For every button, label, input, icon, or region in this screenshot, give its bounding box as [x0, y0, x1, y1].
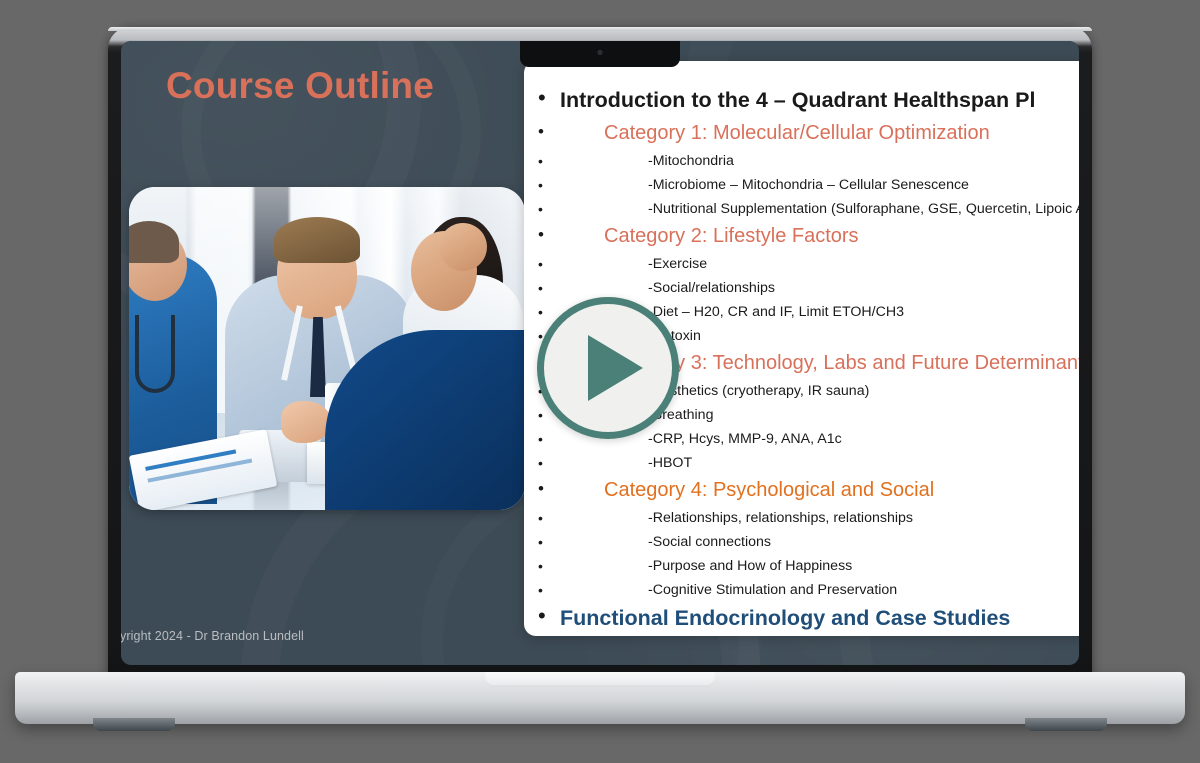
- outline-item-level-1: • Functional Endocrinology and Case Studi…: [538, 603, 1079, 633]
- bullet-icon: •: [538, 225, 544, 244]
- bullet-icon: •: [538, 153, 543, 169]
- bullet-icon: •: [538, 256, 543, 272]
- bullet-icon: •: [538, 431, 543, 447]
- outline-item-level-3: • -Cognitive Stimulation and Preservation: [538, 579, 1079, 602]
- outline-item-label: -Nutritional Supplementation (Sulforapha…: [648, 201, 1079, 217]
- photo-person-center-hair: [274, 217, 360, 263]
- bullet-icon: •: [538, 177, 543, 193]
- bullet-icon: •: [538, 280, 543, 296]
- outline-item-level-3: • -HBOT: [538, 452, 1079, 475]
- bullet-icon: •: [538, 85, 546, 110]
- bullet-icon: •: [538, 510, 543, 526]
- presenter-photo: [129, 187, 525, 510]
- bullet-icon: •: [538, 407, 543, 423]
- outline-item-label: -Cognitive Stimulation and Preservation: [648, 582, 898, 598]
- laptop-screen-bezel: Course Outline pyright 2024 - Dr Brandon…: [121, 41, 1079, 665]
- outline-item-label: -Detoxin: [648, 328, 701, 344]
- outline-item-label: Category 2: Lifestyle Factors: [604, 225, 859, 247]
- laptop-frame: Course Outline pyright 2024 - Dr Brandon…: [108, 27, 1092, 677]
- bullet-icon: •: [538, 603, 546, 628]
- outline-item-label: -Microbiome – Mitochondria – Cellular Se…: [648, 177, 969, 193]
- outline-item-level-2: • Category 4: Psychological and Social: [538, 476, 1079, 505]
- outline-item-level-3: • -Social/relationships: [538, 277, 1079, 300]
- bullet-icon: •: [538, 582, 543, 598]
- play-button[interactable]: [537, 297, 679, 439]
- photo-image: [129, 187, 525, 510]
- outline-item-level-3: • -Purpose and How of Happiness: [538, 555, 1079, 578]
- outline-item-label: -CRP, Hcys, MMP-9, ANA, A1c: [648, 431, 842, 447]
- slide-title: Course Outline: [166, 65, 434, 106]
- laptop-notch: [520, 41, 680, 67]
- outline-item-level-1: • Introduction to the 4 – Quadrant Health…: [538, 85, 1079, 115]
- presentation-slide[interactable]: Course Outline pyright 2024 - Dr Brandon…: [121, 41, 1079, 665]
- stethoscope-icon: [135, 315, 175, 393]
- outline-item-level-3: • -Mitochondria: [538, 150, 1079, 173]
- photo-hand-left: [281, 401, 331, 443]
- photo-person-left-hair: [129, 221, 179, 263]
- outline-item-level-3: • -Exercise: [538, 253, 1079, 276]
- laptop-foot-right: [1025, 718, 1107, 731]
- outline-item-level-2: • Category 2: Lifestyle Factors: [538, 222, 1079, 251]
- bullet-icon: •: [538, 201, 543, 217]
- outline-item-label: Introduction to the 4 – Quadrant Healths…: [560, 88, 1036, 112]
- outline-item-label: Category 1: Molecular/Cellular Optimizat…: [604, 122, 990, 144]
- bullet-icon: •: [538, 304, 543, 320]
- play-triangle-icon: [587, 335, 643, 401]
- laptop-base-grip-notch: [484, 672, 716, 687]
- bullet-icon: •: [538, 558, 543, 574]
- outline-item-level-3: • -Social connections: [538, 531, 1079, 554]
- outline-item-label: -Breathing: [648, 407, 714, 423]
- outline-item-label: Category 4: Psychological and Social: [604, 479, 935, 501]
- outline-item-level-3: • -Microbiome – Mitochondria – Cellular S…: [538, 174, 1079, 197]
- bullet-icon: •: [538, 455, 543, 471]
- outline-item-label: -HBOT: [648, 455, 693, 471]
- outline-item-level-3: • -Relationships, relationships, relation…: [538, 507, 1079, 530]
- screenshot-stage: Course Outline pyright 2024 - Dr Brandon…: [0, 0, 1200, 763]
- outline-item-label: -Purpose and How of Happiness: [648, 558, 853, 574]
- outline-item-label: -Diet – H20, CR and IF, Limit ETOH/CH3: [648, 304, 904, 320]
- outline-item-label: -Social connections: [648, 534, 772, 550]
- outline-item-label: -Relationships, relationships, relations…: [648, 510, 913, 526]
- bullet-icon: •: [538, 122, 544, 141]
- bullet-icon: •: [538, 534, 543, 550]
- copyright-text: pyright 2024 - Dr Brandon Lundell: [121, 629, 304, 643]
- laptop-foot-left: [93, 718, 175, 731]
- laptop-base: [15, 672, 1185, 731]
- outline-item-level-3: • -Nutritional Supplementation (Sulforaph…: [538, 198, 1079, 221]
- photo-person-right-face: [439, 223, 487, 271]
- outline-item-label: Functional Endocrinology and Case Studie…: [560, 606, 1011, 630]
- outline-item-label: -Social/relationships: [648, 280, 775, 296]
- outline-item-level-2: • Category 1: Molecular/Cellular Optimiza…: [538, 119, 1079, 148]
- outline-item-label: -Exercise: [648, 256, 708, 272]
- outline-item-label: -Mitochondria: [648, 153, 734, 169]
- outline-item-label: -Aesthetics (cryotherapy, IR sauna): [648, 383, 870, 399]
- camera-icon: [597, 50, 603, 55]
- bullet-icon: •: [538, 479, 544, 498]
